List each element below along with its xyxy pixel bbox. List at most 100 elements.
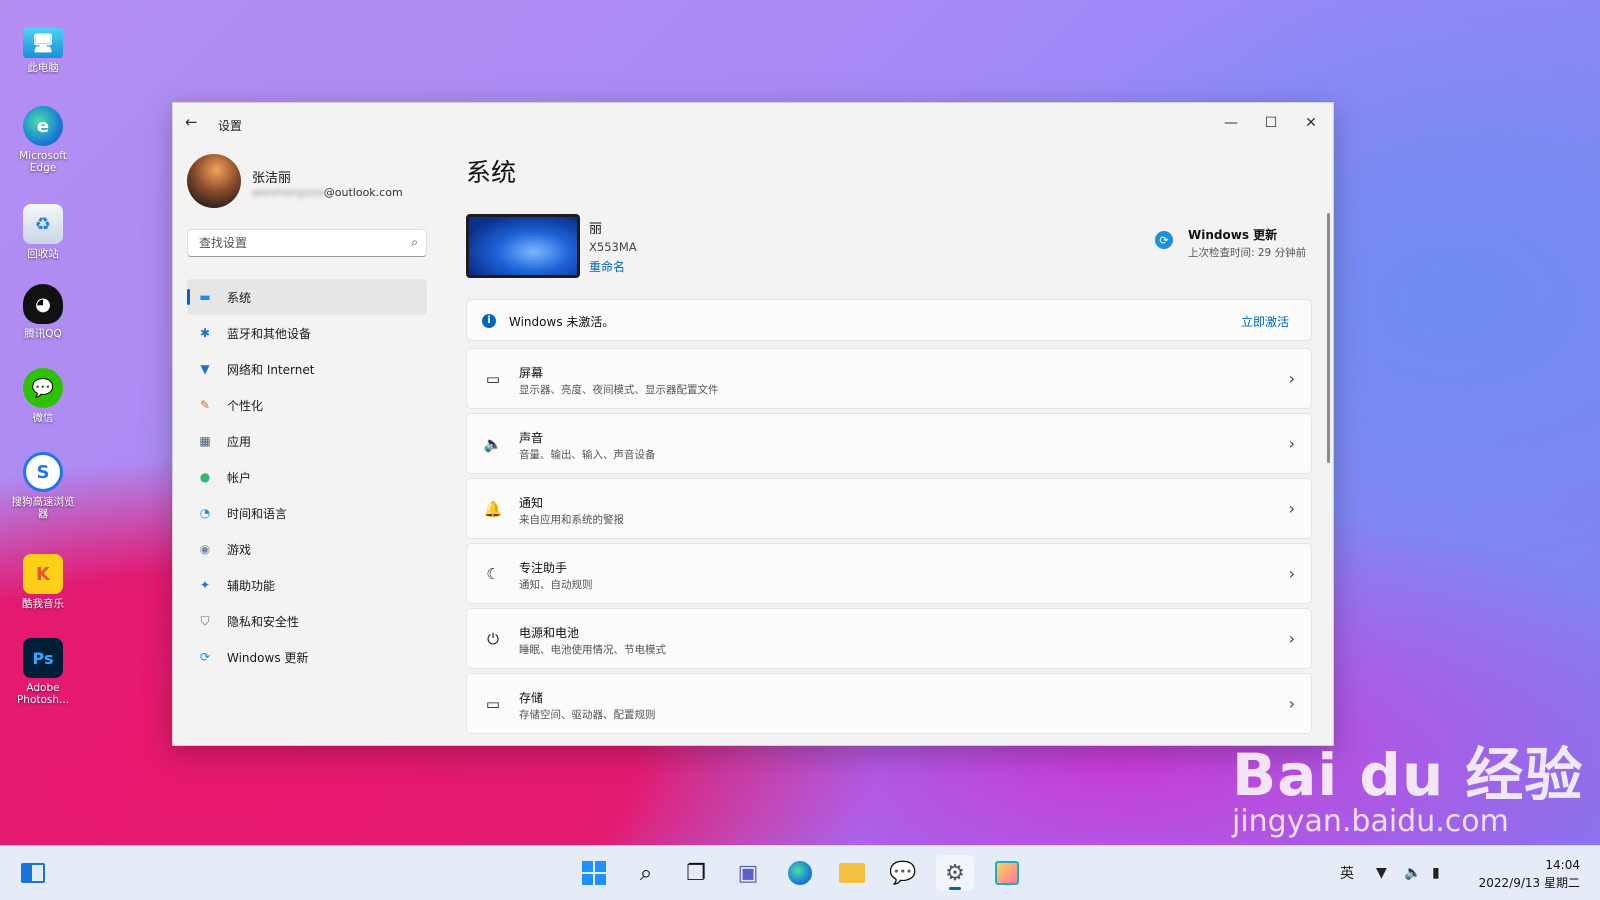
settings-card-storage[interactable]: ▭ 存储 存储空间、驱动器、配置规则 › [466, 673, 1312, 734]
edge-taskbar-button[interactable] [781, 855, 819, 891]
monitor-icon: ▬ [199, 290, 211, 304]
desktop-icon-label: 搜狗高速浏览器 [11, 496, 75, 520]
search-box[interactable]: ⌕ [187, 229, 427, 257]
sidebar-item-network[interactable]: ▼ 网络和 Internet [187, 351, 427, 387]
avatar[interactable] [187, 154, 241, 208]
sidebar-item-time-language[interactable]: ◔ 时间和语言 [187, 495, 427, 531]
settings-card-sound[interactable]: 🔈 声音 音量、输出、输入、声音设备 › [466, 413, 1312, 474]
close-button[interactable]: ✕ [1291, 109, 1331, 137]
rename-link[interactable]: 重命名 [589, 258, 625, 275]
power-icon: ⏻ [487, 630, 499, 648]
sidebar-item-label: 系统 [227, 290, 252, 305]
sidebar-item-system[interactable]: ▬ 系统 [187, 279, 427, 315]
chevron-right-icon: › [1288, 369, 1295, 388]
desktop-icon-photoshop[interactable]: Ps Adobe Photosh... [10, 638, 76, 706]
sidebar-item-label: 应用 [227, 434, 252, 449]
wechat-taskbar-button[interactable]: 💬 [884, 855, 922, 891]
settings-card-notifications[interactable]: 🔔 通知 来自应用和系统的警报 › [466, 478, 1312, 539]
gamepad-icon: ◉ [199, 542, 211, 556]
desktop-icon-qq[interactable]: ◕ 腾讯QQ [10, 284, 76, 340]
desktop-icon-computer[interactable]: 🖥 此电脑 [10, 28, 76, 74]
update-icon: ⟳ [199, 650, 211, 664]
sidebar-item-accounts[interactable]: ● 帐户 [187, 459, 427, 495]
desktop-icon-kuwo[interactable]: K 酷我音乐 [10, 554, 76, 610]
widgets-button[interactable] [14, 855, 52, 891]
card-title: 通知 [519, 496, 544, 510]
back-button[interactable]: ← [185, 113, 205, 133]
activate-now-button[interactable]: 立即激活 [1241, 313, 1289, 330]
window-title: 设置 [218, 119, 243, 133]
folder-icon [839, 863, 865, 883]
card-title: 屏幕 [519, 366, 544, 380]
taskbar-clock[interactable]: 14:04 2022/9/13 星期二 [1479, 856, 1580, 892]
clock-time: 14:04 [1545, 858, 1580, 872]
settings-taskbar-button[interactable]: ⚙ [936, 855, 974, 891]
desktop-icon-sogou[interactable]: S 搜狗高速浏览器 [10, 452, 76, 520]
storage-icon: ▭ [485, 695, 501, 713]
card-title: 声音 [519, 431, 544, 445]
wechat-icon: 💬 [23, 368, 63, 408]
battery-tray-button[interactable]: ▮ [1432, 846, 1440, 900]
input-method-indicator[interactable]: 英 [1340, 846, 1354, 900]
activation-banner: i Windows 未激活。 立即激活 [466, 299, 1312, 341]
network-tray-button[interactable]: ▼ [1376, 846, 1387, 900]
sidebar-item-privacy[interactable]: ⛉ 隐私和安全性 [187, 603, 427, 639]
photoshop-icon: Ps [23, 638, 63, 678]
settings-card-display[interactable]: ▭ 屏幕 显示器、亮度、夜间模式、显示器配置文件 › [466, 348, 1312, 409]
card-subtitle: 来自应用和系统的警报 [519, 514, 624, 526]
maximize-button[interactable]: ☐ [1251, 109, 1291, 137]
chevron-right-icon: › [1288, 694, 1295, 713]
settings-card-power-battery[interactable]: ⏻ 电源和电池 睡眠、电池使用情况、节电模式 › [466, 608, 1312, 669]
taskbar: ⌕ ❐ ▣ 💬 ⚙ 英 ▼ 🔈 ▮ 14:04 2022/9/13 星期二 [0, 845, 1600, 900]
chevron-right-icon: › [1288, 564, 1295, 583]
desktop-icon-label: Adobe Photosh... [16, 682, 70, 706]
windows-update-status[interactable]: ⟳ Windows 更新 上次检查时间: 29 分钟前 [1155, 221, 1325, 261]
moon-icon: ☾ [486, 565, 500, 583]
card-title: 电源和电池 [519, 626, 580, 640]
desktop-icon-label: 回收站 [27, 248, 59, 260]
chat-button[interactable]: ▣ [729, 855, 767, 891]
sidebar-item-apps[interactable]: ▦ 应用 [187, 423, 427, 459]
user-name: 张洁丽 [252, 171, 292, 186]
chevron-right-icon: › [1288, 499, 1295, 518]
card-title: 专注助手 [519, 561, 568, 575]
card-subtitle: 音量、输出、输入、声音设备 [519, 449, 656, 461]
wifi-icon: ▼ [1376, 865, 1387, 881]
sidebar-item-personalization[interactable]: ✎ 个性化 [187, 387, 427, 423]
image-editor-icon [995, 861, 1019, 885]
settings-card-focus-assist[interactable]: ☾ 专注助手 通知、自动规则 › [466, 543, 1312, 604]
desktop-icon-recycle-bin[interactable]: ♻ 回收站 [10, 204, 76, 260]
sidebar-item-label: 游戏 [227, 542, 252, 557]
settings-card-list: ▭ 屏幕 显示器、亮度、夜间模式、显示器配置文件 › 🔈 声音 音量、输出、输入… [466, 348, 1312, 738]
kuwo-music-icon: K [23, 554, 63, 594]
file-explorer-button[interactable] [833, 855, 871, 891]
volume-tray-button[interactable]: 🔈 [1404, 846, 1421, 900]
desktop-icon-wechat[interactable]: 💬 微信 [10, 368, 76, 424]
sidebar-item-accessibility[interactable]: ✦ 辅助功能 [187, 567, 427, 603]
sidebar-item-gaming[interactable]: ◉ 游戏 [187, 531, 427, 567]
speaker-icon: 🔈 [483, 435, 503, 453]
desktop-icon-edge[interactable]: e Microsoft Edge [10, 106, 76, 174]
scrollbar[interactable] [1327, 213, 1330, 463]
page-title: 系统 [466, 158, 517, 187]
battery-icon: ▮ [1432, 865, 1440, 881]
watermark-logo-text: Bai du 经验 [1232, 741, 1584, 809]
windows-logo-icon [582, 861, 606, 885]
edge-icon [788, 861, 812, 885]
gear-icon: ⚙ [945, 860, 965, 886]
card-subtitle: 睡眠、电池使用情况、节电模式 [519, 644, 666, 656]
minimize-button[interactable]: — [1211, 109, 1251, 137]
search-input[interactable] [197, 235, 401, 251]
paint-taskbar-button[interactable] [988, 855, 1026, 891]
start-button[interactable] [575, 855, 613, 891]
task-view-button[interactable]: ❐ [677, 855, 715, 891]
globe-clock-icon: ◔ [199, 506, 211, 520]
chevron-right-icon: › [1288, 434, 1295, 453]
wechat-icon: 💬 [889, 860, 917, 886]
sidebar-item-windows-update[interactable]: ⟳ Windows 更新 [187, 639, 427, 675]
search-icon[interactable]: ⌕ [411, 235, 418, 250]
taskbar-search-button[interactable]: ⌕ [627, 855, 665, 891]
settings-window: ← 设置 — ☐ ✕ 张洁丽 weishengxxx@outlook.com ⌕… [172, 102, 1334, 746]
sidebar-item-bluetooth[interactable]: ✱ 蓝牙和其他设备 [187, 315, 427, 351]
card-subtitle: 存储空间、驱动器、配置规则 [519, 709, 656, 721]
